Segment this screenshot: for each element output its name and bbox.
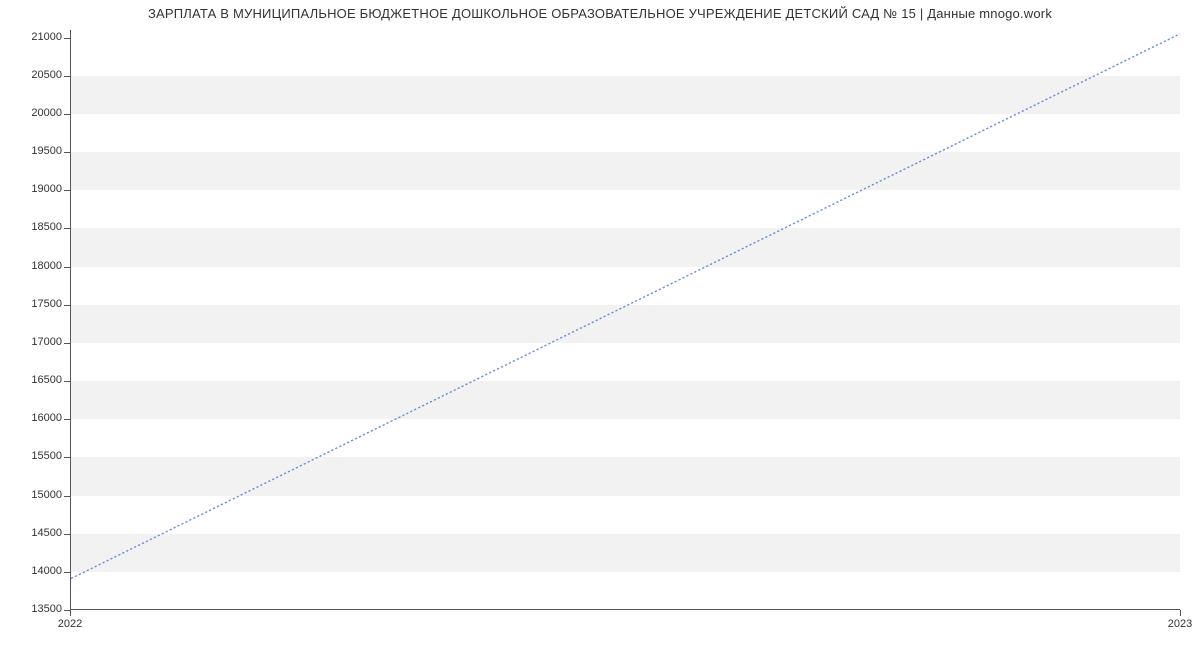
y-tick-label: 15500	[31, 450, 62, 462]
y-tick-label: 17500	[31, 298, 62, 310]
y-tick-label: 15000	[31, 489, 62, 501]
y-tick-label: 21000	[31, 31, 62, 43]
y-tick-mark	[64, 267, 70, 268]
data-line	[71, 30, 1180, 609]
y-tick-label: 18500	[31, 221, 62, 233]
x-tick-label: 2023	[1168, 618, 1192, 630]
y-tick-label: 19500	[31, 145, 62, 157]
y-tick-mark	[64, 228, 70, 229]
y-tick-label: 16500	[31, 374, 62, 386]
y-tick-mark	[64, 114, 70, 115]
y-tick-label: 20000	[31, 107, 62, 119]
x-tick-mark	[1180, 610, 1181, 616]
y-tick-mark	[64, 457, 70, 458]
y-tick-mark	[64, 190, 70, 191]
y-tick-label: 18000	[31, 260, 62, 272]
y-tick-mark	[64, 381, 70, 382]
y-tick-label: 14000	[31, 565, 62, 577]
y-tick-mark	[64, 572, 70, 573]
y-tick-label: 16000	[31, 412, 62, 424]
y-tick-label: 20500	[31, 69, 62, 81]
y-tick-label: 19000	[31, 183, 62, 195]
chart-title: ЗАРПЛАТА В МУНИЦИПАЛЬНОЕ БЮДЖЕТНОЕ ДОШКО…	[0, 6, 1200, 21]
plot-area	[70, 30, 1180, 610]
y-tick-mark	[64, 152, 70, 153]
y-tick-mark	[64, 496, 70, 497]
y-tick-label: 17000	[31, 336, 62, 348]
y-tick-mark	[64, 76, 70, 77]
y-tick-mark	[64, 419, 70, 420]
y-tick-label: 14500	[31, 527, 62, 539]
x-tick-label: 2022	[58, 618, 82, 630]
y-tick-label: 13500	[31, 603, 62, 615]
y-tick-mark	[64, 343, 70, 344]
y-tick-mark	[64, 534, 70, 535]
x-tick-mark	[70, 610, 71, 616]
y-tick-mark	[64, 38, 70, 39]
y-tick-mark	[64, 305, 70, 306]
